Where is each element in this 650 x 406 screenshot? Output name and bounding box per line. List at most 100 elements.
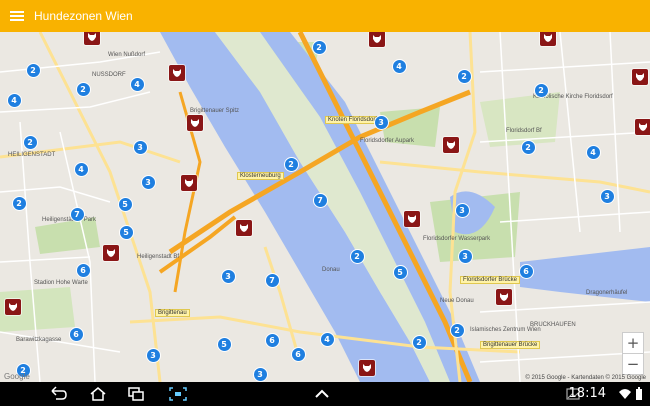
dog-zone-marker[interactable]: [181, 175, 197, 191]
dog-zone-marker[interactable]: [635, 119, 650, 135]
cluster-marker[interactable]: 4: [6, 92, 22, 108]
cluster-marker[interactable]: 2: [411, 334, 427, 350]
cluster-marker[interactable]: 6: [75, 262, 91, 278]
map-label-brigittenau-spitz: Brigittenauer Spitz: [190, 108, 240, 114]
cluster-marker[interactable]: 2: [311, 39, 327, 55]
cluster-marker[interactable]: 7: [264, 272, 280, 288]
dog-icon: [240, 224, 248, 232]
road-tag-brigittenauer-bruecke: Brigittenauer Brücke: [480, 341, 541, 349]
map-label-heiligenstadt-bf: Heiligenstadt Bf: [137, 254, 180, 260]
cluster-marker[interactable]: 6: [290, 346, 306, 362]
cluster-marker[interactable]: 3: [140, 174, 156, 190]
cluster-marker[interactable]: 6: [68, 326, 84, 342]
app-title: Hundezonen Wien: [34, 9, 133, 23]
dog-icon: [408, 215, 416, 223]
map-label-dragonerhaufel: Dragonerhäufel: [586, 290, 628, 296]
map-label-heiligenstaedter-park: Heiligenstädter Park: [42, 217, 97, 223]
cluster-marker[interactable]: 4: [129, 76, 145, 92]
dog-icon: [9, 303, 17, 311]
zoom-out-button[interactable]: −: [622, 353, 644, 375]
menu-icon[interactable]: [10, 11, 24, 21]
dog-icon: [639, 123, 647, 131]
cluster-marker[interactable]: 3: [252, 366, 268, 382]
dog-zone-marker[interactable]: [236, 220, 252, 236]
dog-icon: [544, 34, 552, 42]
dog-icon: [88, 33, 96, 41]
back-icon[interactable]: [48, 386, 68, 402]
app-bar: Hundezonen Wien: [0, 0, 650, 32]
cluster-marker[interactable]: 4: [391, 58, 407, 74]
map-label-nussdorf: NUSSDORF: [92, 72, 126, 78]
cluster-marker[interactable]: 2: [11, 195, 27, 211]
cluster-marker[interactable]: 4: [73, 161, 89, 177]
dog-zone-marker[interactable]: [404, 211, 420, 227]
road-tag-brigittenau: Brigittenau: [155, 309, 190, 317]
dog-zone-marker[interactable]: [632, 69, 648, 85]
dog-icon: [447, 141, 455, 149]
cluster-marker[interactable]: 5: [118, 224, 134, 240]
chevron-up-icon[interactable]: [312, 386, 332, 402]
dog-icon: [191, 119, 199, 127]
dog-zone-marker[interactable]: [443, 137, 459, 153]
battery-icon: [636, 387, 642, 400]
map-label-heiligenstadt: HEILIGENSTADT: [8, 152, 56, 158]
zoom-in-button[interactable]: +: [622, 332, 644, 354]
cluster-marker[interactable]: 3: [454, 202, 470, 218]
google-logo: Google: [4, 372, 30, 381]
cluster-marker[interactable]: 2: [520, 139, 536, 155]
cluster-marker[interactable]: 2: [449, 322, 465, 338]
cluster-marker[interactable]: 6: [264, 332, 280, 348]
map-view[interactable]: Wien Nußdorf NUSSDORF HEILIGENSTADT Heil…: [0, 32, 650, 382]
cluster-marker[interactable]: 3: [373, 114, 389, 130]
cluster-marker[interactable]: 3: [145, 347, 161, 363]
map-label-wasserpark: Floridsdorfer Wasserpark: [423, 236, 491, 242]
dog-icon: [636, 73, 644, 81]
map-label-stadion: Stadion Hohe Warte: [34, 280, 88, 286]
status-clock: 18:14: [568, 386, 606, 401]
cluster-marker[interactable]: 2: [25, 62, 41, 78]
cluster-marker[interactable]: 4: [319, 331, 335, 347]
dog-zone-marker[interactable]: [5, 299, 21, 315]
screenshot-icon[interactable]: [168, 386, 188, 402]
cluster-marker[interactable]: 2: [283, 156, 299, 172]
cluster-marker[interactable]: 5: [216, 336, 232, 352]
map-label-neue-donau: Neue Donau: [440, 298, 474, 304]
cluster-marker[interactable]: 5: [117, 196, 133, 212]
dog-zone-marker[interactable]: [369, 32, 385, 47]
dog-zone-marker[interactable]: [187, 115, 203, 131]
cluster-marker[interactable]: 2: [456, 68, 472, 84]
dog-zone-marker[interactable]: [103, 245, 119, 261]
cluster-marker[interactable]: 2: [75, 81, 91, 97]
cluster-marker[interactable]: 2: [533, 82, 549, 98]
dog-zone-marker[interactable]: [84, 32, 100, 45]
cluster-marker[interactable]: 3: [220, 268, 236, 284]
road-tag-klosterneuburg: Klosterneuburg: [237, 172, 284, 180]
map-label-wien-nussdorf: Wien Nußdorf: [108, 52, 146, 58]
cluster-marker[interactable]: 7: [312, 192, 328, 208]
dog-zone-marker[interactable]: [540, 32, 556, 46]
map-label-barawitzkagasse: Barawitzkagasse: [16, 337, 62, 343]
cluster-marker[interactable]: 7: [69, 206, 85, 222]
dog-icon: [373, 35, 381, 43]
system-nav-bar: 18:14: [0, 382, 650, 406]
dog-zone-marker[interactable]: [169, 65, 185, 81]
map-base: [0, 32, 650, 382]
dog-icon: [185, 179, 193, 187]
cluster-marker[interactable]: 3: [457, 248, 473, 264]
dog-icon: [173, 69, 181, 77]
cluster-marker[interactable]: 2: [22, 134, 38, 150]
cluster-marker[interactable]: 5: [392, 264, 408, 280]
dog-zone-marker[interactable]: [359, 360, 375, 376]
cluster-marker[interactable]: 4: [585, 144, 601, 160]
map-label-aupark: Floridsdorfer Aupark: [360, 138, 415, 144]
map-label-bruckhaufen: BRUCKHAUFEN: [530, 322, 576, 328]
dog-zone-marker[interactable]: [496, 289, 512, 305]
cluster-marker[interactable]: 3: [132, 139, 148, 155]
cluster-marker[interactable]: 2: [349, 248, 365, 264]
road-tag-knoten: Knoten Floridsdorf: [325, 116, 381, 124]
cluster-marker[interactable]: 6: [518, 263, 534, 279]
wifi-icon: [619, 389, 631, 399]
recent-apps-icon[interactable]: [126, 386, 146, 402]
home-icon[interactable]: [88, 386, 108, 402]
cluster-marker[interactable]: 3: [599, 188, 615, 204]
